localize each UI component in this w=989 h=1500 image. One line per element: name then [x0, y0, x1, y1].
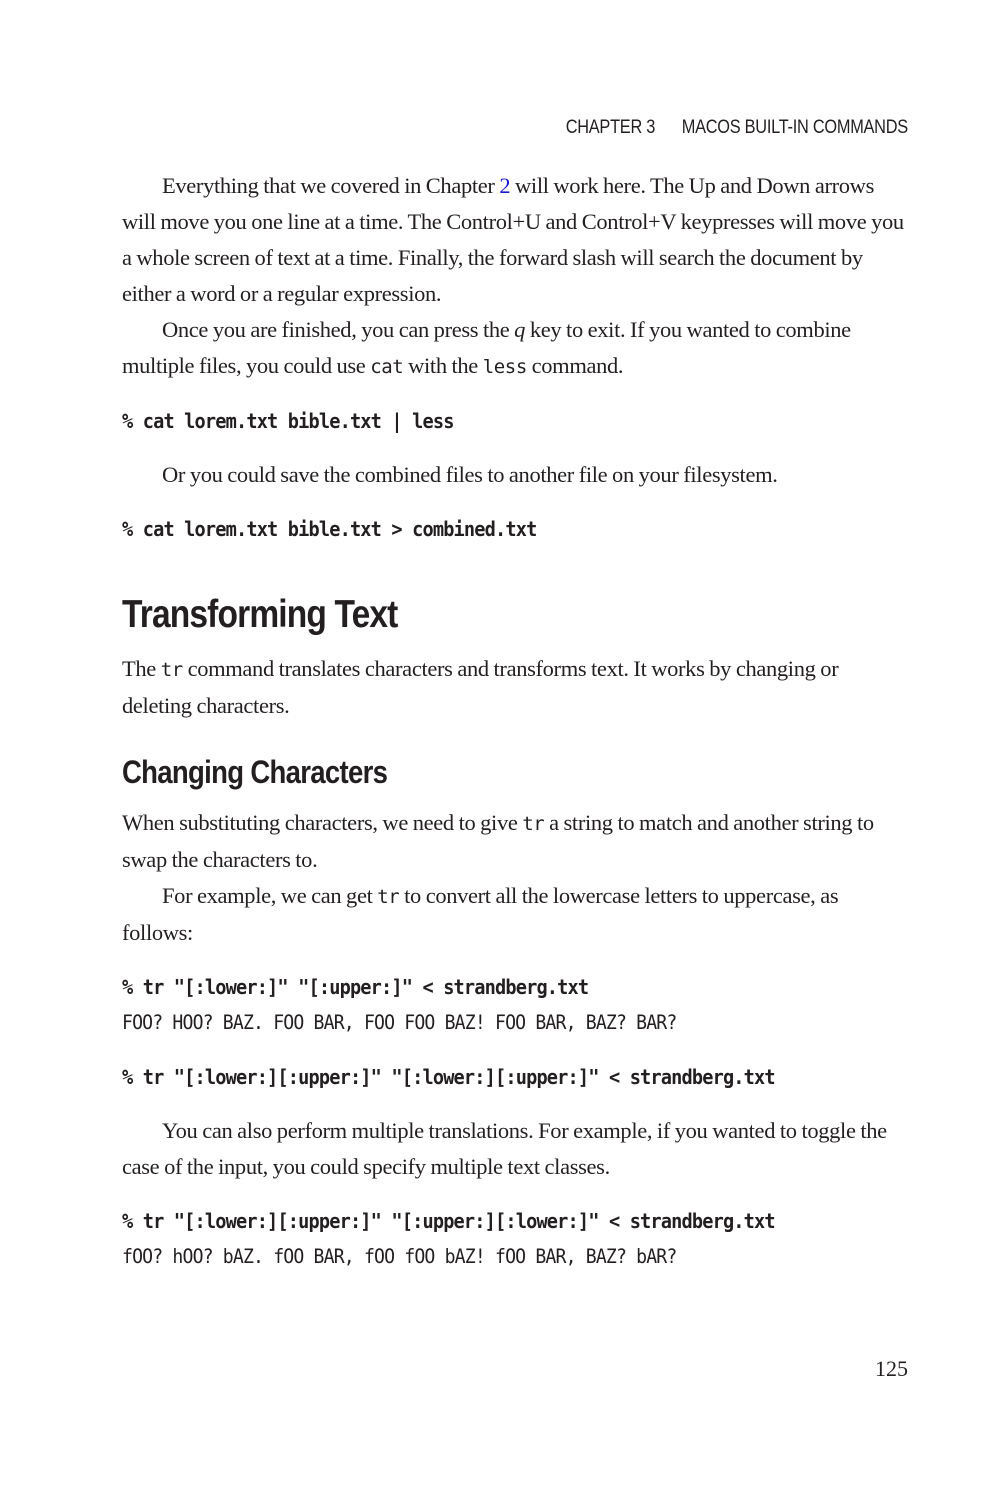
section-heading: Transforming Text	[122, 593, 398, 636]
text: The	[122, 656, 161, 681]
text: Once you are finished, you can press the	[162, 317, 515, 342]
key-q: q	[514, 317, 526, 342]
text: For example, we can get	[162, 883, 378, 908]
paragraph-example: For example, we can get tr to convert al…	[122, 878, 912, 951]
text: Everything that we covered in Chapter	[162, 173, 500, 198]
text: command.	[526, 353, 624, 378]
paragraph-substituting: When substituting characters, we need to…	[122, 805, 912, 878]
text: command translates characters and transf…	[122, 656, 839, 718]
code-command-cat-less: % cat lorem.txt bible.txt | less	[122, 409, 454, 433]
inline-code-tr: tr	[160, 659, 183, 681]
chapter-title: MACOS BUILT-IN COMMANDS	[681, 117, 908, 138]
paragraph-tr-intro: The tr command translates characters and…	[122, 651, 912, 724]
inline-code-tr: tr	[522, 813, 545, 835]
page-number: 125	[875, 1356, 908, 1381]
paragraph-navigation: Everything that we covered in Chapter 2 …	[122, 168, 912, 312]
inline-code-tr: tr	[377, 886, 400, 908]
chapter-link[interactable]: 2	[499, 173, 510, 198]
running-head: CHAPTER 3 MACOS BUILT-IN COMMANDS	[566, 117, 908, 139]
subsection-heading: Changing Characters	[122, 754, 388, 790]
code-command-tr-toggle: % tr "[:lower:][:upper:]" "[:upper:][:lo…	[122, 1209, 776, 1233]
code-command-cat-redirect: % cat lorem.txt bible.txt > combined.txt	[122, 517, 537, 541]
code-output-upper: FOO? HOO? BAZ. FOO BAR, FOO FOO BAZ! FOO…	[122, 1011, 677, 1034]
chapter-label: CHAPTER 3	[565, 117, 656, 138]
code-output-toggle: fOO? hOO? bAZ. fOO BAR, fOO fOO bAZ! fOO…	[122, 1245, 677, 1268]
inline-code-less: less	[482, 356, 528, 378]
page-content: Everything that we covered in Chapter 2 …	[122, 168, 912, 1275]
paragraph-exit: Once you are finished, you can press the…	[122, 312, 912, 385]
paragraph-multiple-translations: You can also perform multiple translatio…	[122, 1118, 887, 1179]
code-command-tr-upper: % tr "[:lower:]" "[:upper:]" < strandber…	[122, 975, 589, 999]
paragraph-save-combined: Or you could save the combined files to …	[162, 462, 778, 487]
code-command-tr-identity: % tr "[:lower:][:upper:]" "[:lower:][:up…	[122, 1065, 776, 1089]
text: When substituting characters, we need to…	[122, 810, 523, 835]
text: with the	[403, 353, 483, 378]
inline-code-cat: cat	[370, 356, 404, 378]
